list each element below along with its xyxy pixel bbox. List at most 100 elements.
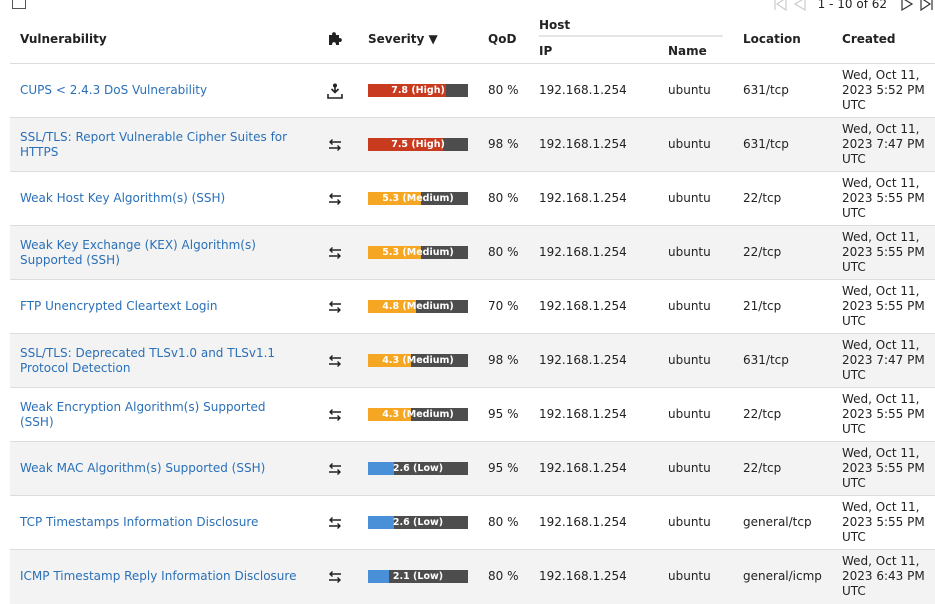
host-ip[interactable]: 192.168.1.254 — [529, 496, 658, 550]
puzzle-piece-icon — [327, 30, 343, 49]
severity-bar: 4.3 (Medium) — [368, 354, 468, 367]
vulnerability-link[interactable]: Weak MAC Algorithm(s) Supported (SSH) — [20, 461, 265, 475]
table-row[interactable]: SSL/TLS: Report Vulnerable Cipher Suites… — [10, 117, 935, 172]
mitigation-icon — [326, 568, 344, 586]
created-date: Wed, Oct 11, 2023 5:55 PM UTC — [842, 230, 925, 274]
results-table: Vulnerability Severity ▼ QoD Host Locati… — [10, 15, 935, 604]
vulnerability-link[interactable]: FTP Unencrypted Cleartext Login — [20, 299, 217, 313]
host-ip[interactable]: 192.168.1.254 — [529, 550, 658, 604]
location-value: 22/tcp — [743, 407, 782, 421]
vulnerability-link[interactable]: SSL/TLS: Report Vulnerable Cipher Suites… — [20, 130, 287, 159]
severity-bar: 5.3 (Medium) — [368, 192, 468, 205]
table-row[interactable]: Weak Encryption Algorithm(s) Supported (… — [10, 387, 935, 442]
vulnerability-link[interactable]: SSL/TLS: Deprecated TLSv1.0 and TLSv1.1 … — [20, 346, 275, 375]
location-value: 631/tcp — [743, 137, 789, 151]
qod-value: 80 % — [488, 191, 519, 205]
vulnerability-link[interactable]: ICMP Timestamp Reply Information Disclos… — [20, 569, 296, 583]
table-row[interactable]: CUPS < 2.4.3 DoS Vulnerability 7.8 (High… — [10, 63, 935, 118]
vulnerability-link[interactable]: CUPS < 2.4.3 DoS Vulnerability — [20, 83, 207, 97]
column-header-created[interactable]: Created — [832, 15, 935, 64]
location-value: 22/tcp — [743, 461, 782, 475]
host-name: ubuntu — [668, 191, 711, 205]
host-name: ubuntu — [668, 407, 711, 421]
mitigation-icon — [326, 460, 344, 478]
table-row[interactable]: Weak MAC Algorithm(s) Supported (SSH) 2.… — [10, 441, 935, 496]
host-ip[interactable]: 192.168.1.254 — [529, 118, 658, 172]
created-date: Wed, Oct 11, 2023 5:55 PM UTC — [842, 284, 925, 328]
severity-bar: 7.8 (High) — [368, 84, 468, 97]
table-row[interactable]: ICMP Timestamp Reply Information Disclos… — [10, 549, 935, 604]
mitigation-icon — [326, 298, 344, 316]
host-ip[interactable]: 192.168.1.254 — [529, 280, 658, 334]
host-name: ubuntu — [668, 569, 711, 584]
severity-label: 4.8 (Medium) — [382, 301, 454, 312]
host-group-label: Host — [539, 18, 724, 37]
host-name: ubuntu — [668, 515, 711, 529]
severity-label: 5.3 (Medium) — [382, 247, 454, 258]
qod-value: 98 % — [488, 353, 519, 367]
column-header-name[interactable]: Name — [658, 39, 733, 64]
results-body: CUPS < 2.4.3 DoS Vulnerability 7.8 (High… — [10, 63, 935, 604]
mitigation-icon — [326, 352, 344, 370]
table-row[interactable]: Weak Host Key Algorithm(s) (SSH) 5.3 (Me… — [10, 171, 935, 226]
created-date: Wed, Oct 11, 2023 5:55 PM UTC — [842, 176, 925, 220]
vulnerability-link[interactable]: Weak Encryption Algorithm(s) Supported (… — [20, 400, 266, 429]
last-page-icon[interactable] — [919, 0, 935, 12]
next-page-icon[interactable] — [899, 0, 915, 12]
qod-value: 80 % — [488, 83, 519, 97]
location-value: general/tcp — [743, 515, 812, 529]
host-name: ubuntu — [668, 461, 711, 475]
created-date: Wed, Oct 11, 2023 5:55 PM UTC — [842, 446, 925, 490]
host-name: ubuntu — [668, 353, 711, 367]
vulnerability-link[interactable]: TCP Timestamps Information Disclosure — [20, 515, 258, 529]
column-group-host: Host — [529, 15, 733, 39]
location-value: 21/tcp — [743, 299, 782, 313]
mitigation-icon — [326, 190, 344, 208]
column-header-ip[interactable]: IP — [529, 39, 658, 64]
first-page-icon[interactable] — [772, 0, 788, 12]
mitigation-icon — [326, 244, 344, 262]
vulnerability-link[interactable]: Weak Key Exchange (KEX) Algorithm(s) Sup… — [20, 238, 256, 267]
host-ip[interactable]: 192.168.1.254 — [529, 172, 658, 226]
severity-label: 2.1 (Low) — [392, 571, 444, 583]
select-all-checkbox[interactable] — [12, 0, 26, 9]
previous-page-icon[interactable] — [792, 0, 808, 12]
qod-value: 80 % — [488, 569, 519, 584]
qod-value: 95 % — [488, 461, 519, 475]
column-header-location[interactable]: Location — [733, 15, 832, 64]
table-row[interactable]: FTP Unencrypted Cleartext Login 4.8 (Med… — [10, 279, 935, 334]
severity-label: 2.6 (Low) — [392, 517, 444, 528]
qod-value: 95 % — [488, 407, 519, 421]
severity-bar: 2.6 (Low) — [368, 462, 468, 475]
severity-label: 4.3 (Medium) — [382, 409, 454, 420]
host-ip[interactable]: 192.168.1.254 — [529, 334, 658, 388]
host-ip[interactable]: 192.168.1.254 — [529, 442, 658, 496]
severity-bar: 7.5 (High) — [368, 138, 468, 151]
mitigation-icon — [326, 136, 344, 154]
severity-label: 7.8 (High) — [391, 85, 445, 96]
host-ip[interactable]: 192.168.1.254 — [529, 226, 658, 280]
created-date: Wed, Oct 11, 2023 5:55 PM UTC — [842, 500, 925, 544]
column-header-vulnerability[interactable]: Vulnerability — [10, 15, 312, 64]
column-header-solution-type[interactable] — [312, 15, 358, 64]
created-date: Wed, Oct 11, 2023 5:55 PM UTC — [842, 392, 925, 436]
column-header-qod[interactable]: QoD — [478, 15, 529, 64]
pagination-range: 1 - 10 of 62 — [817, 0, 887, 11]
host-ip[interactable]: 192.168.1.254 — [529, 64, 658, 118]
severity-label: 4.3 (Medium) — [382, 355, 454, 366]
table-row[interactable]: TCP Timestamps Information Disclosure 2.… — [10, 495, 935, 550]
host-name: ubuntu — [668, 299, 711, 313]
top-toolbar: 1 - 10 of 62 — [0, 0, 935, 14]
location-value: 631/tcp — [743, 83, 789, 97]
severity-label: 5.3 (Medium) — [382, 193, 454, 204]
severity-label: 2.6 (Low) — [392, 463, 444, 474]
created-date: Wed, Oct 11, 2023 7:47 PM UTC — [842, 338, 925, 382]
column-header-severity[interactable]: Severity ▼ — [358, 15, 478, 64]
table-row[interactable]: SSL/TLS: Deprecated TLSv1.0 and TLSv1.1 … — [10, 333, 935, 388]
severity-bar: 5.3 (Medium) — [368, 246, 468, 259]
host-ip[interactable]: 192.168.1.254 — [529, 388, 658, 442]
table-row[interactable]: Weak Key Exchange (KEX) Algorithm(s) Sup… — [10, 225, 935, 280]
vulnerability-link[interactable]: Weak Host Key Algorithm(s) (SSH) — [20, 191, 225, 205]
severity-label: 7.5 (High) — [391, 139, 445, 150]
qod-value: 98 % — [488, 137, 519, 151]
